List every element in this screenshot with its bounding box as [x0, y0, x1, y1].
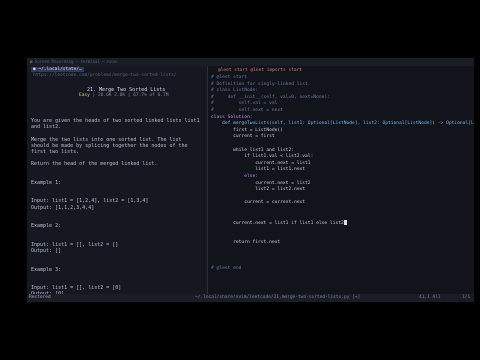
description-line: Merge the two lists into one sorted list… [31, 136, 182, 143]
editor-screen: ■ Screen Recording — terminal — nvim ● ~… [27, 58, 474, 302]
code-editor[interactable]: # @leet start # Definition for singly-lin… [211, 75, 474, 273]
code-line[interactable] [211, 246, 474, 253]
window-titlebar: ■ Screen Recording — terminal — nvim [27, 58, 474, 66]
status-mode: Restored [29, 295, 51, 300]
code-line[interactable]: return first.next [211, 240, 474, 247]
code-line[interactable] [211, 227, 474, 234]
code-line[interactable] [211, 207, 474, 214]
code-pane[interactable]: @leet start @leet imports start # @leet … [208, 66, 474, 294]
code-line[interactable]: current = first [211, 134, 474, 141]
problem-description: You are given the heads of two sorted li… [31, 118, 200, 294]
code-line[interactable]: # @leet start [211, 75, 474, 82]
code-line[interactable]: def mergeTwoLists(self, list1: Optional[… [211, 121, 474, 128]
code-line[interactable]: list1 = list1.next [211, 167, 474, 174]
problem-pane[interactable]: ● ~/.local/state/… https://leetcode.com/… [27, 66, 207, 294]
code-line[interactable]: list2 = list2.next [211, 187, 474, 194]
code-line[interactable]: if list1.val < list2.val: [211, 154, 474, 161]
code-line[interactable]: # @leet end [211, 266, 474, 273]
code-line[interactable]: # self.next = next [211, 108, 474, 115]
code-line[interactable] [211, 253, 474, 260]
status-line: Restored ~/.local/share/nvim/leetcode/21… [27, 294, 474, 302]
code-line[interactable] [211, 213, 474, 220]
code-header: @leet start @leet imports start [218, 68, 302, 73]
text-cursor [343, 220, 347, 226]
difficulty-badge: Easy [79, 93, 90, 98]
problem-stats: | 20.6K 2.0K | 67.7% of 6.7M [89, 93, 169, 98]
status-percent: 1/1 [462, 295, 471, 300]
code-line[interactable]: else: [211, 174, 474, 181]
code-line[interactable] [211, 260, 474, 267]
code-line[interactable]: current = current.next [211, 200, 474, 207]
problem-meta: Easy | 20.6K 2.0K | 67.7% of 6.7M [79, 93, 168, 98]
problem-url[interactable]: https://leetcode.com/problems/merge-two-… [33, 73, 177, 79]
code-line[interactable] [211, 233, 474, 240]
code-line[interactable]: # class ListNode: [211, 88, 474, 95]
url-tag: ● ~/.local/state/… [31, 67, 84, 72]
code-line[interactable]: # self.val = val [211, 101, 474, 108]
code-line[interactable] [211, 141, 474, 148]
status-position: 41,1 All [419, 295, 441, 300]
status-file: ~/.local/share/nvim/leetcode/21.merge-tw… [195, 295, 361, 300]
code-line[interactable]: current.next = list1 if list1 else list2 [211, 220, 474, 227]
